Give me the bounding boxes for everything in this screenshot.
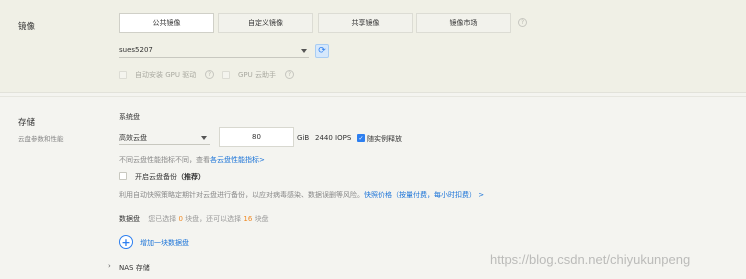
gpu-driver-label: 自动安装 GPU 驱动 xyxy=(135,71,197,79)
release-with-instance-label: 随实例释放 xyxy=(367,135,402,143)
data-disk-count-text-1: 您已选择 xyxy=(148,215,177,223)
help-icon[interactable]: ? xyxy=(205,70,214,79)
disk-type-select[interactable]: 高效云盘 xyxy=(119,130,210,145)
chevron-down-icon xyxy=(301,49,307,53)
os-select-value: sues5207 xyxy=(119,46,153,54)
backup-description: 利用自动快照策略定期针对云盘进行备份，以应对病毒感染、数据误删等风险。快照价格（… xyxy=(119,190,484,200)
iops-value: 2440 IOPS xyxy=(315,134,352,142)
release-with-instance-checkbox[interactable]: ✓ xyxy=(357,134,365,142)
data-disk-row: 数据盘 您已选择 0 块盘，还可以选择 16 块盘 xyxy=(119,214,269,224)
backup-desc-text: 利用自动快照策略定期针对云盘进行备份，以应对病毒感染、数据误删等风险。 xyxy=(119,191,364,199)
perf-note-text: 不同云盘性能指标不同，查看 xyxy=(119,156,210,164)
disk-type-value: 高效云盘 xyxy=(119,134,147,142)
gpu-assistant-label: GPU 云助手 xyxy=(238,71,276,79)
backup-label: 开启云盘备份（推荐） xyxy=(135,172,205,182)
tab-custom-image[interactable]: 自定义镜像 xyxy=(218,13,313,33)
watermark: https://blog.csdn.net/chiyukunpeng xyxy=(490,252,691,267)
tab-shared-image[interactable]: 共享镜像 xyxy=(318,13,413,33)
gpu-assistant-checkbox[interactable] xyxy=(222,71,230,79)
snapshot-price-link[interactable]: 快照价格（按量付费，每小时扣费） > xyxy=(364,191,484,199)
data-disk-label: 数据盘 xyxy=(119,215,140,223)
storage-section-title: 存储 xyxy=(18,118,36,128)
backup-label-text: 开启云盘备份 xyxy=(135,173,177,181)
disk-size-unit: GiB xyxy=(297,134,310,142)
chevron-down-icon xyxy=(201,136,207,140)
perf-link[interactable]: 各云盘性能指标> xyxy=(210,156,265,164)
data-disk-count-text-3: 块盘 xyxy=(254,215,269,223)
disk-size-input[interactable]: 80 xyxy=(219,127,294,147)
data-disk-remaining-count: 16 xyxy=(243,215,253,223)
os-select[interactable]: sues5207 xyxy=(119,44,309,58)
plus-icon[interactable]: + xyxy=(119,235,133,249)
data-disk-count-text-2: 块盘，还可以选择 xyxy=(185,215,242,223)
help-icon[interactable]: ? xyxy=(518,18,527,27)
help-icon[interactable]: ? xyxy=(285,70,294,79)
tab-image-market[interactable]: 镜像市场 xyxy=(416,13,511,33)
data-disk-selected-count: 0 xyxy=(178,215,183,223)
gpu-driver-checkbox[interactable] xyxy=(119,71,127,79)
add-data-disk-button[interactable]: 增加一块数据盘 xyxy=(140,238,189,248)
tab-public-image[interactable]: 公共镜像 xyxy=(119,13,214,33)
storage-section-subtitle: 云盘参数和性能 xyxy=(18,135,64,143)
image-section-title: 镜像 xyxy=(18,22,36,32)
backup-recommend: （推荐） xyxy=(177,173,205,181)
chevron-right-icon[interactable]: › xyxy=(108,262,111,270)
system-disk-label: 系统盘 xyxy=(119,113,140,121)
nas-storage-toggle[interactable]: NAS 存储 xyxy=(119,263,150,273)
refresh-icon[interactable]: ⟳ xyxy=(315,44,329,58)
backup-checkbox[interactable] xyxy=(119,172,127,180)
perf-note: 不同云盘性能指标不同，查看各云盘性能指标> xyxy=(119,155,265,165)
